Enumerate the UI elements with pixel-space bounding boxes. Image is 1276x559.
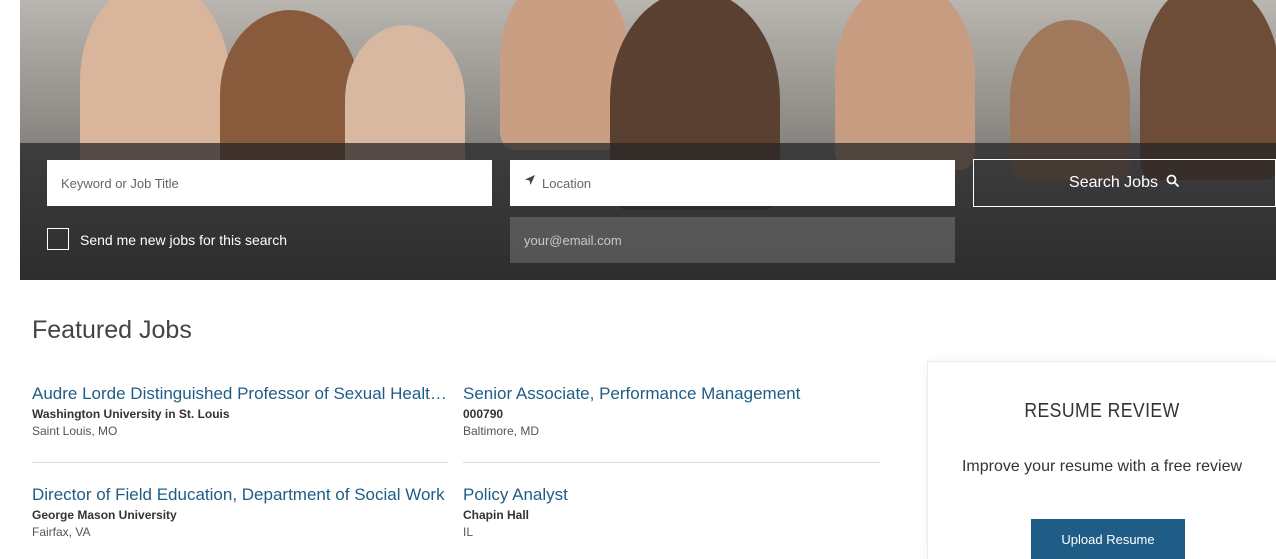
search-jobs-label: Search Jobs bbox=[1069, 174, 1158, 191]
job-company: Washington University in St. Louis bbox=[32, 407, 230, 421]
search-jobs-button[interactable]: Search Jobs bbox=[973, 159, 1276, 207]
featured-jobs-heading: Featured Jobs bbox=[32, 316, 192, 344]
job-card: Senior Associate, Performance Management… bbox=[463, 384, 883, 438]
job-alert-checkbox[interactable] bbox=[47, 228, 69, 250]
job-company: 000790 bbox=[463, 407, 504, 421]
job-location: Saint Louis, MO bbox=[32, 424, 118, 438]
email-input[interactable] bbox=[510, 217, 955, 263]
upload-resume-button[interactable]: Upload Resume bbox=[1031, 519, 1185, 559]
divider bbox=[463, 462, 880, 463]
resume-review-heading: RESUME REVIEW bbox=[1024, 400, 1180, 422]
location-arrow-icon bbox=[524, 174, 540, 190]
divider bbox=[32, 462, 448, 463]
job-company: George Mason University bbox=[32, 508, 177, 522]
job-card: Audre Lorde Distinguished Professor of S… bbox=[32, 384, 447, 438]
resume-review-panel: RESUME REVIEW Improve your resume with a… bbox=[928, 362, 1276, 559]
job-card: Policy Analyst Chapin Hall IL bbox=[463, 485, 883, 539]
keyword-input[interactable] bbox=[47, 160, 492, 206]
job-location: Baltimore, MD bbox=[463, 424, 540, 438]
location-input[interactable] bbox=[510, 160, 955, 206]
job-alert-label[interactable]: Send me new jobs for this search bbox=[80, 232, 287, 248]
job-location: IL bbox=[463, 525, 474, 539]
job-company: Chapin Hall bbox=[463, 508, 530, 522]
job-title-link[interactable]: Policy Analyst bbox=[463, 485, 883, 505]
location-field bbox=[510, 160, 955, 206]
magnifier-icon bbox=[1166, 174, 1180, 193]
job-title-link[interactable]: Senior Associate, Performance Management bbox=[463, 384, 883, 404]
job-title-link[interactable]: Audre Lorde Distinguished Professor of S… bbox=[32, 384, 447, 404]
job-card: Director of Field Education, Department … bbox=[32, 485, 447, 539]
resume-review-text: Improve your resume with a free review bbox=[961, 458, 1243, 475]
job-location: Fairfax, VA bbox=[32, 525, 91, 539]
job-title-link[interactable]: Director of Field Education, Department … bbox=[32, 485, 447, 505]
